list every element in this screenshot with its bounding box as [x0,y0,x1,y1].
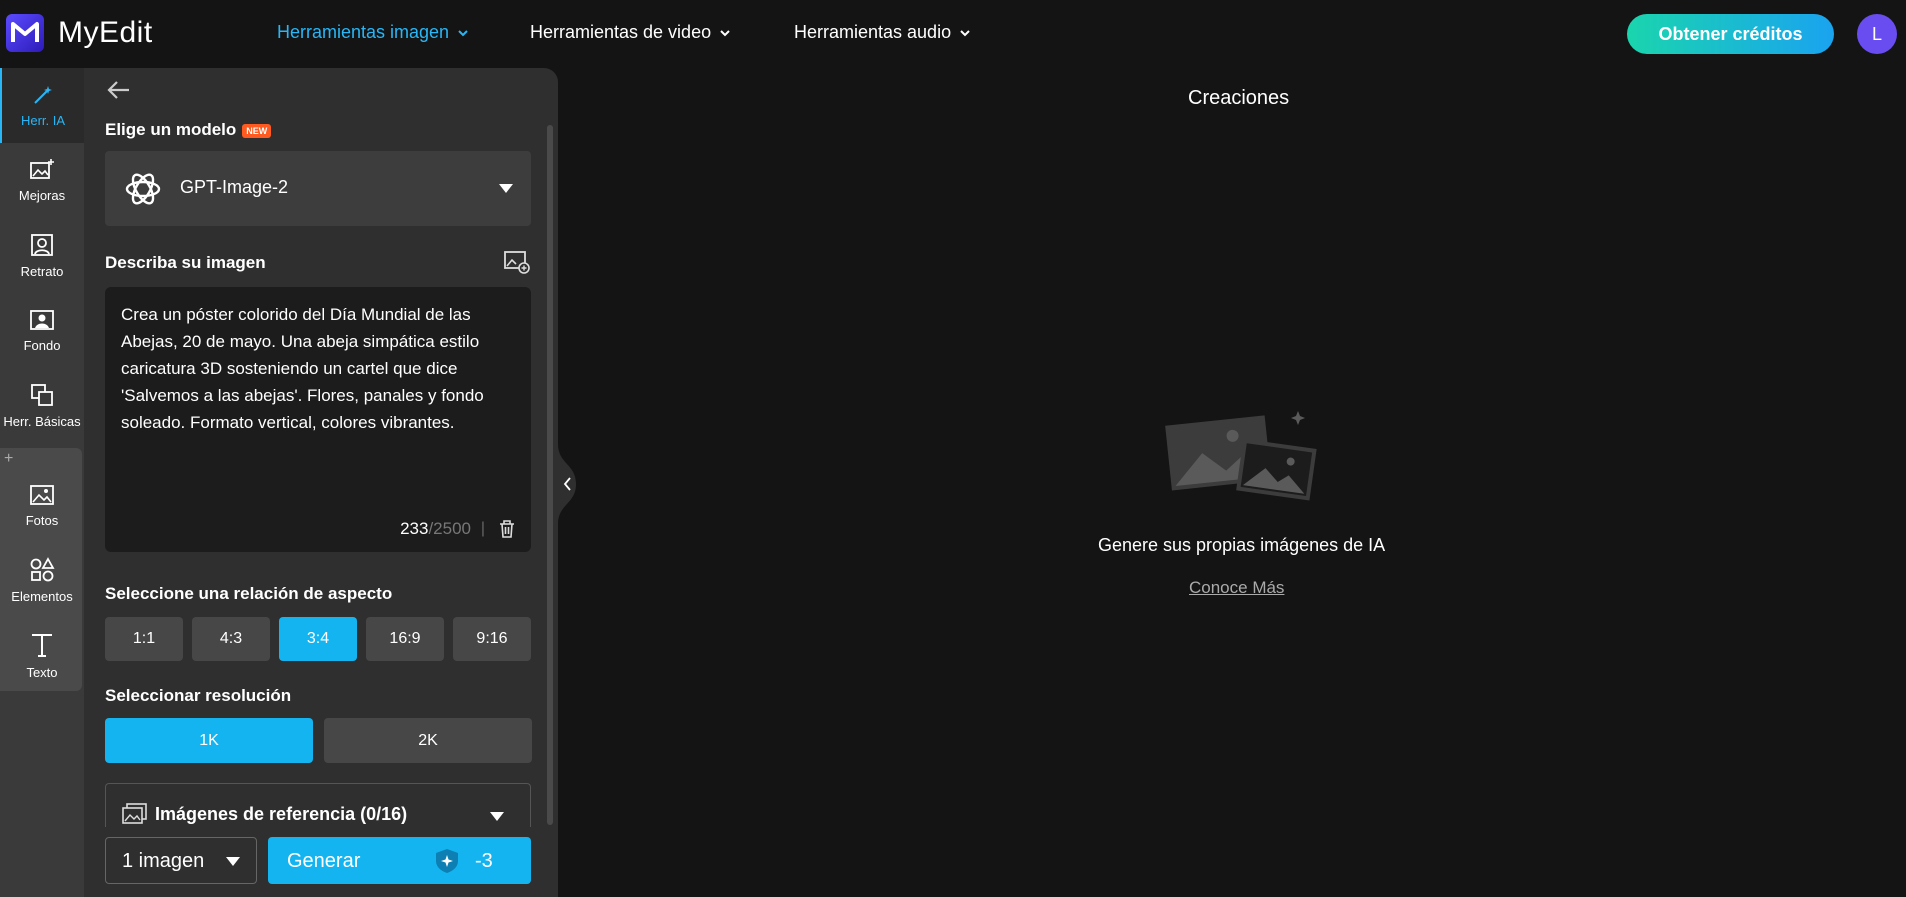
aspect-16-9-button[interactable]: 16:9 [366,617,444,661]
rail-item-herr-basicas[interactable]: Herr. Básicas [0,368,84,443]
char-count-value: 233 [400,519,429,538]
describe-label: Describa su imagen [105,253,266,272]
rail-label: Fondo [23,338,61,353]
char-count-max: /2500 [428,519,471,538]
reference-images-icon [122,803,147,824]
aspect-4-3-button[interactable]: 4:3 [192,617,270,661]
dropdown-caret-icon [499,184,513,193]
reference-images-label: Imágenes de referencia (0/16) [155,804,408,824]
photo-icon [30,485,54,505]
top-bar: MyEdit Herramientas imagen Herramientas … [0,0,1906,68]
nav-label: Herramientas audio [794,22,952,42]
back-arrow-icon[interactable] [107,80,131,100]
image-enhance-icon [30,159,54,179]
dropdown-caret-icon [226,857,240,866]
crop-icon [31,384,53,406]
image-count-value: 1 imagen [122,850,205,872]
text-icon [32,634,52,657]
aspect-ratio-options: 1:1 4:3 3:4 16:9 9:16 [105,617,531,661]
left-rail: + Herr. IA Mejoras Retrato Fondo Herr. B… [0,68,84,897]
rail-item-fotos[interactable]: Fotos [0,468,84,543]
background-icon [30,310,54,330]
aspect-9-16-button[interactable]: 9:16 [453,617,531,661]
get-credits-button[interactable]: Obtener créditos [1627,14,1834,54]
magic-wand-icon [34,86,52,104]
image-count-select[interactable]: 1 imagen [105,837,257,884]
rail-item-mejoras[interactable]: Mejoras [0,143,84,218]
brand-name[interactable]: MyEdit [58,16,153,50]
rail-item-elementos[interactable]: Elementos [0,543,84,618]
trash-icon[interactable] [499,520,515,538]
rail-label: Elementos [11,589,73,604]
reference-images-section[interactable]: Imágenes de referencia (0/16) [105,783,531,833]
generate-cost: -3 [475,850,493,872]
new-badge: NEW [242,123,272,138]
portrait-icon [31,234,53,256]
myedit-logo-icon[interactable] [6,14,44,52]
rail-item-herr-ia[interactable]: Herr. IA [0,68,84,143]
openai-logo-icon [125,173,161,205]
image-upload-icon[interactable] [503,249,531,275]
aspect-ratio-label: Seleccione una relación de aspecto [105,584,393,603]
rail-label: Herr. Básicas [3,414,81,429]
nav-label: Herramientas de video [530,22,712,42]
resolution-1k-button[interactable]: 1K [105,718,313,763]
counter-separator: | [480,520,485,537]
nav-herramientas-video[interactable]: Herramientas de video [530,22,731,43]
prompt-textarea[interactable]: Crea un póster colorido del Día Mundial … [105,287,531,552]
resolution-2k-button[interactable]: 2K [324,718,532,763]
resolution-label: Seleccionar resolución [105,686,292,705]
rail-label: Texto [26,665,58,680]
rail-label: Fotos [25,513,59,528]
model-label: Elige un modelo NEW [105,120,272,140]
creations-title: Creaciones [1188,87,1290,109]
rail-item-texto[interactable]: Texto [0,618,84,693]
nav-herramientas-imagen[interactable]: Herramientas imagen [277,22,469,43]
aspect-3-4-button[interactable]: 3:4 [279,617,357,661]
rail-label: Retrato [20,264,64,279]
collapse-panel-button[interactable] [558,444,576,524]
dropdown-caret-icon [490,812,504,821]
generate-button[interactable]: Generar -3 [268,837,531,884]
avatar[interactable]: L [1857,14,1897,54]
rail-item-retrato[interactable]: Retrato [0,218,84,293]
shapes-icon [30,557,55,582]
nav-label: Herramientas imagen [277,22,450,42]
nav-herramientas-audio[interactable]: Herramientas audio [794,22,971,43]
panel-scrollbar[interactable] [547,125,553,825]
model-value: GPT-Image-2 [180,177,289,197]
prompt-text[interactable]: Crea un póster colorido del Día Mundial … [121,301,517,436]
chevron-down-icon [960,29,970,36]
char-counter: 233/2500 [400,519,471,539]
rail-item-fondo[interactable]: Fondo [0,293,84,368]
rail-label: Herr. IA [20,113,66,128]
aspect-1-1-button[interactable]: 1:1 [105,617,183,661]
chevron-down-icon [720,29,730,36]
rail-plus-icon[interactable]: + [4,450,13,468]
empty-gallery-icon [1165,411,1317,501]
rail-label: Mejoras [18,188,66,203]
empty-state-text: Genere sus propias imágenes de IA [1098,535,1386,555]
model-label-text: Elige un modelo [105,120,237,139]
credit-shield-icon [436,849,458,873]
chevron-down-icon [458,29,468,36]
generate-label: Generar [287,850,361,872]
learn-more-link[interactable]: Conoce Más [1189,578,1284,598]
resolution-options: 1K 2K [105,718,532,763]
model-select[interactable]: GPT-Image-2 [105,151,531,226]
